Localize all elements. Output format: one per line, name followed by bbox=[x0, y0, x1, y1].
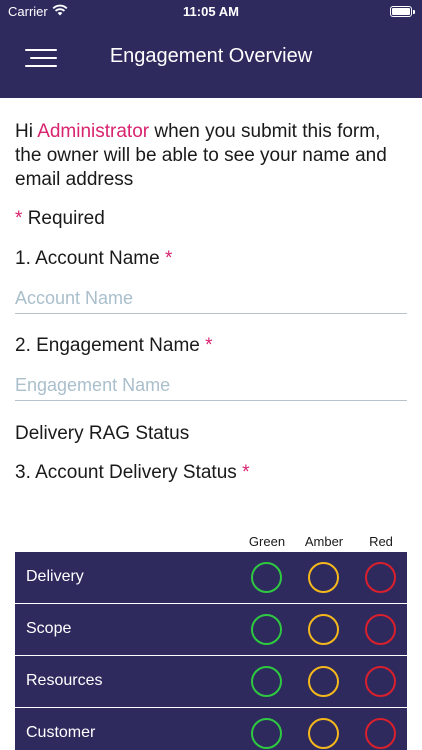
table-row: Customer bbox=[15, 708, 407, 750]
question-account-delivery-status: 3. Account Delivery Status * bbox=[15, 462, 249, 484]
engagement-name-field[interactable] bbox=[15, 371, 407, 401]
resources-amber-radio[interactable] bbox=[308, 666, 339, 697]
required-note: * Required bbox=[15, 208, 105, 230]
customer-amber-radio[interactable] bbox=[308, 718, 339, 749]
rag-column-headers: Green Amber Red bbox=[15, 534, 407, 552]
table-row: Scope bbox=[15, 604, 407, 656]
column-header-green: Green bbox=[248, 534, 286, 549]
table-row: Delivery bbox=[15, 552, 407, 604]
question-label: 1. Account Name bbox=[15, 248, 160, 269]
delivery-red-radio[interactable] bbox=[365, 562, 396, 593]
table-row: Resources bbox=[15, 656, 407, 708]
required-star: * bbox=[205, 335, 213, 356]
resources-red-radio[interactable] bbox=[365, 666, 396, 697]
delivery-green-radio[interactable] bbox=[251, 562, 282, 593]
required-star: * bbox=[164, 248, 173, 269]
scope-green-radio[interactable] bbox=[251, 614, 282, 645]
battery-icon bbox=[390, 6, 415, 17]
status-bar: Carrier 11:05 AM bbox=[0, 0, 422, 24]
page-title: Engagement Overview bbox=[109, 45, 313, 67]
column-header-amber: Amber bbox=[304, 534, 344, 549]
row-label-delivery: Delivery bbox=[26, 568, 84, 585]
account-name-field[interactable] bbox=[15, 284, 407, 314]
scope-red-radio[interactable] bbox=[365, 614, 396, 645]
question-engagement-name: 2. Engagement Name * bbox=[15, 335, 213, 357]
intro-text: Hi Administrator when you submit this fo… bbox=[15, 120, 407, 192]
rag-status-table: Delivery Scope Resources Customer bbox=[15, 552, 407, 750]
delivery-amber-radio[interactable] bbox=[308, 562, 339, 593]
customer-green-radio[interactable] bbox=[251, 718, 282, 749]
column-header-red: Red bbox=[369, 534, 393, 549]
row-label-customer: Customer bbox=[26, 724, 96, 741]
question-label: 2. Engagement Name bbox=[15, 335, 200, 356]
required-star: * bbox=[242, 462, 250, 483]
question-label: 3. Account Delivery Status bbox=[15, 462, 237, 483]
intro-greeting: Hi bbox=[15, 121, 38, 142]
resources-green-radio[interactable] bbox=[251, 666, 282, 697]
row-label-resources: Resources bbox=[26, 672, 103, 689]
clock: 11:05 AM bbox=[183, 4, 239, 19]
scope-amber-radio[interactable] bbox=[308, 614, 339, 645]
user-name-link[interactable]: Administrator bbox=[37, 121, 149, 142]
row-label-scope: Scope bbox=[26, 620, 72, 637]
section-title: Delivery RAG Status bbox=[15, 423, 190, 444]
required-label: Required bbox=[27, 208, 105, 229]
question-account-name: 1. Account Name * bbox=[15, 248, 172, 270]
form-content: Hi Administrator when you submit this fo… bbox=[15, 120, 407, 750]
required-star: * bbox=[15, 208, 23, 229]
customer-red-radio[interactable] bbox=[365, 718, 396, 749]
navigation-bar: Engagement Overview bbox=[0, 24, 422, 98]
